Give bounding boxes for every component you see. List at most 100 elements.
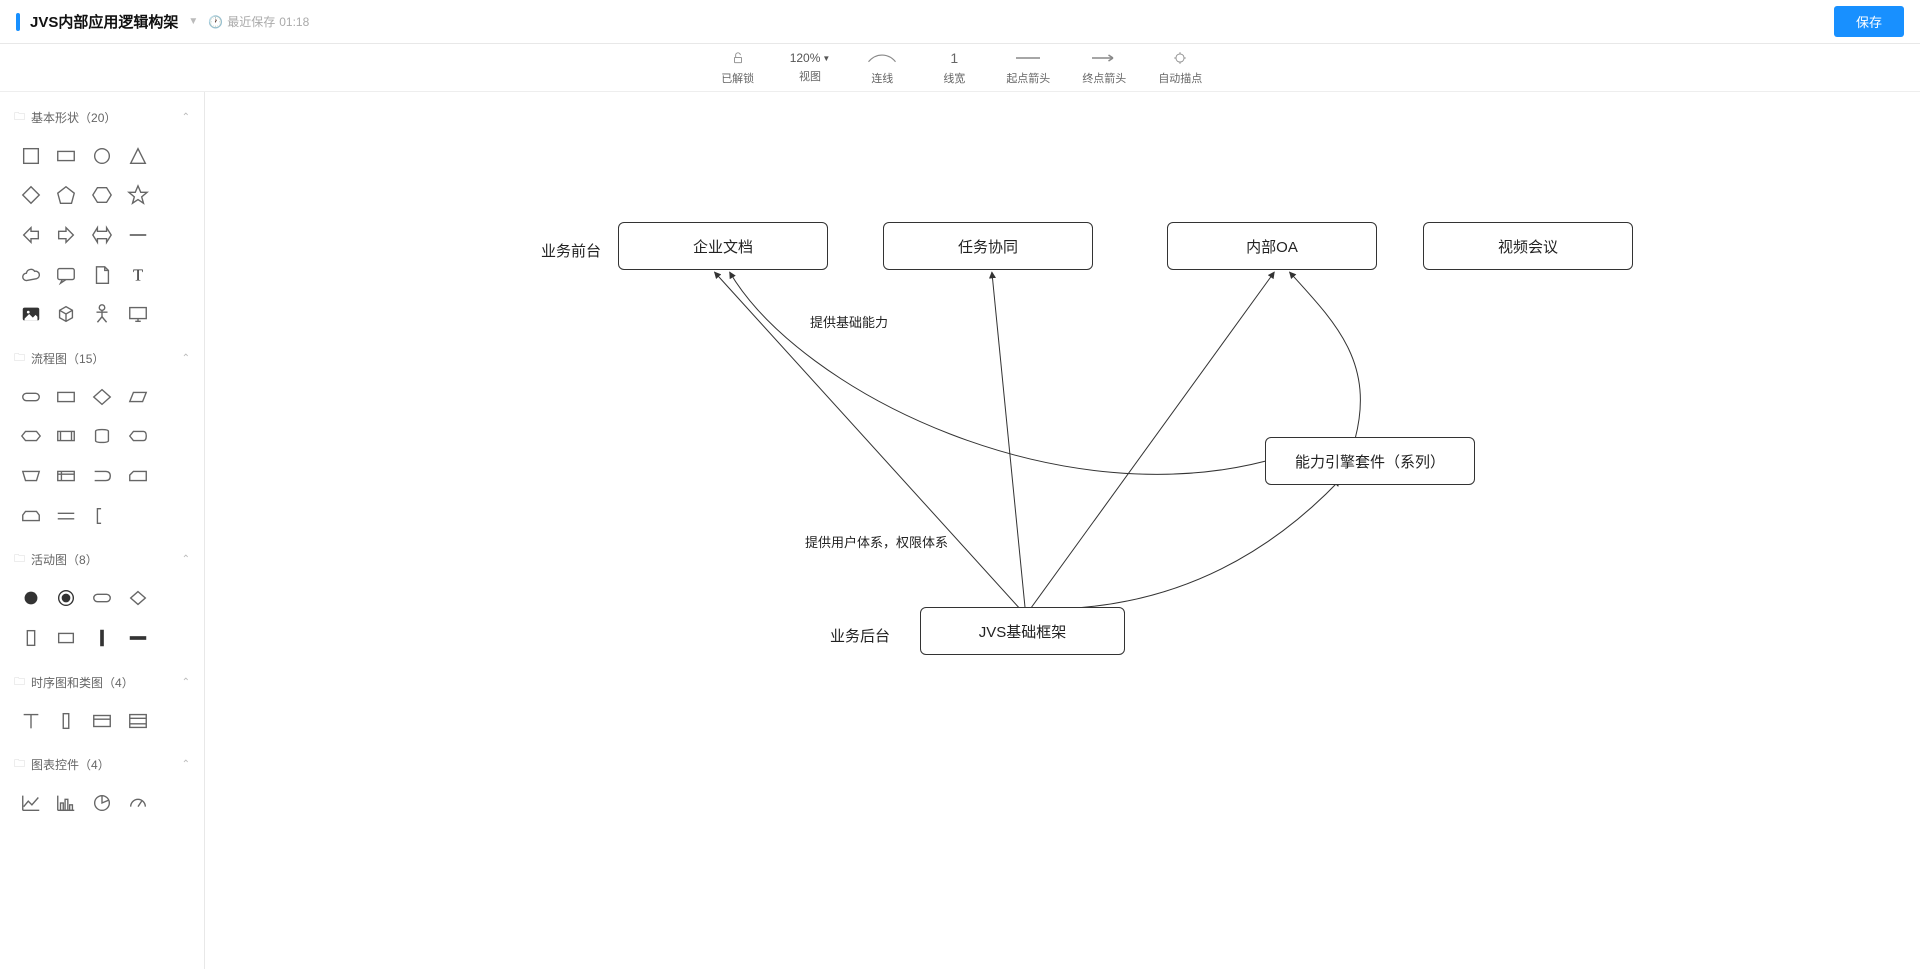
shape-pentagon[interactable] [52,181,82,211]
sidebar-group-basic: 🗀 基本形状（20） ⌃ [0,96,204,337]
shape-terminator[interactable] [16,382,46,412]
shape-hexagon[interactable] [87,181,117,211]
node-doc[interactable]: 企业文档 [618,222,828,270]
shape-database[interactable] [87,422,117,452]
save-time-value: 01:18 [279,15,309,29]
edge-label-user[interactable]: 提供用户体系，权限体系 [805,532,948,551]
shape-callout[interactable] [52,260,82,290]
shape-text[interactable]: T [123,260,153,290]
node-video[interactable]: 视频会议 [1423,222,1633,270]
group-header-chart[interactable]: 🗀 图表控件（4） ⌃ [14,751,190,778]
shape-partition[interactable] [16,623,46,653]
shape-line[interactable] [123,220,153,250]
shape-fork-v[interactable] [87,623,117,653]
folder-icon: 🗀 [14,550,25,569]
shape-parallelogram[interactable] [123,382,153,412]
shape-class3[interactable] [123,706,153,736]
label-back[interactable]: 业务后台 [830,625,890,646]
node-doc-text: 企业文档 [693,236,753,257]
group-header-basic[interactable]: 🗀 基本形状（20） ⌃ [14,104,190,131]
shape-star[interactable] [123,181,153,211]
tool-end-arrow[interactable]: 终点箭头 [1082,49,1126,86]
shape-internal[interactable] [52,461,82,491]
shape-bar-chart[interactable] [52,788,82,818]
shape-line-chart[interactable] [16,788,46,818]
tool-startarrow-label: 起点箭头 [1006,70,1050,86]
shape-initial-node[interactable] [16,583,46,613]
group-header-flow[interactable]: 🗀 流程图（15） ⌃ [14,345,190,372]
shape-action[interactable] [87,583,117,613]
shape-delay[interactable] [87,461,117,491]
edge-label-ability[interactable]: 提供基础能力 [810,312,888,331]
node-task[interactable]: 任务协同 [883,222,1093,270]
tool-line-label: 连线 [871,70,893,86]
shape-cloud[interactable] [16,260,46,290]
shape-lifeline[interactable] [16,706,46,736]
sidebar-group-activity: 🗀 活动图（8） ⌃ [0,538,204,660]
clock-icon: 🕐 [208,15,223,29]
shape-fork-h[interactable] [123,623,153,653]
shape-arrow-left[interactable] [16,220,46,250]
chevron-down-icon[interactable]: ▼ [188,16,198,27]
doc-title[interactable]: JVS内部应用逻辑构架 [30,11,178,32]
chevron-up-icon: ⌃ [182,112,190,123]
shape-arrow-double[interactable] [87,220,117,250]
shape-decision-act[interactable] [123,583,153,613]
shape-display[interactable] [123,422,153,452]
tool-endarrow-label: 终点箭头 [1082,70,1126,86]
canvas-viewport[interactable]: 业务前台 业务后台 提供基础能力 提供用户体系，权限体系 企业文档 任务协同 内… [205,92,1920,969]
shape-object-node[interactable] [52,623,82,653]
folder-icon: 🗀 [14,673,25,692]
header-left: JVS内部应用逻辑构架 ▼ 🕐 最近保存 01:18 [16,11,309,32]
tool-zoom[interactable]: 120% ▼ 视图 [790,51,831,84]
shape-manual-op[interactable] [16,461,46,491]
shape-final-node[interactable] [52,583,82,613]
title-bar: JVS内部应用逻辑构架 ▼ [16,11,198,32]
shape-card[interactable] [123,461,153,491]
shape-page[interactable] [87,260,117,290]
app-header: JVS内部应用逻辑构架 ▼ 🕐 最近保存 01:18 保存 [0,0,1920,44]
shape-class[interactable] [87,706,117,736]
tool-auto-anchor[interactable]: 自动描点 [1158,49,1202,86]
zoom-value: 120% ▼ [790,51,831,65]
shape-image[interactable] [16,299,46,329]
svg-text:T: T [133,265,143,284]
tool-lock[interactable]: 已解锁 [718,49,758,86]
tool-line-width[interactable]: 1 线宽 [934,49,974,86]
label-front[interactable]: 业务前台 [541,240,601,261]
shape-prep[interactable] [16,422,46,452]
tool-zoom-label: 视图 [799,68,821,84]
shape-actor[interactable] [87,299,117,329]
node-engine[interactable]: 能力引擎套件（系列） [1265,437,1475,485]
shape-diamond[interactable] [16,181,46,211]
shape-gauge-chart[interactable] [123,788,153,818]
shape-predefined[interactable] [52,422,82,452]
shape-decision[interactable] [87,382,117,412]
sidebar-group-flow: 🗀 流程图（15） ⌃ [0,337,204,538]
node-base[interactable]: JVS基础框架 [920,607,1125,655]
shape-sidebar[interactable]: 🗀 基本形状（20） ⌃ [0,92,205,969]
group-header-seq[interactable]: 🗀 时序图和类图（4） ⌃ [14,669,190,696]
node-oa[interactable]: 内部OA [1167,222,1377,270]
save-button[interactable]: 保存 [1834,6,1904,37]
shape-monitor[interactable] [123,299,153,329]
shape-rect[interactable] [52,141,82,171]
group-count-2: 8 [79,553,86,567]
shape-activation[interactable] [52,706,82,736]
shape-square[interactable] [16,141,46,171]
tool-start-arrow[interactable]: 起点箭头 [1006,49,1050,86]
shape-triangle[interactable] [123,141,153,171]
shape-arrow-right[interactable] [52,220,82,250]
group-header-activity[interactable]: 🗀 活动图（8） ⌃ [14,546,190,573]
shape-cube[interactable] [52,299,82,329]
shape-circle[interactable] [87,141,117,171]
canvas[interactable]: 业务前台 业务后台 提供基础能力 提供用户体系，权限体系 企业文档 任务协同 内… [205,92,1920,969]
shape-bracket[interactable] [87,501,117,531]
tool-line[interactable]: 连线 [862,49,902,86]
shape-pie-chart[interactable] [87,788,117,818]
target-icon [1165,49,1195,67]
shape-loop-limit[interactable] [16,501,46,531]
tool-width-label: 线宽 [943,70,965,86]
shape-parallel-lines[interactable] [52,501,82,531]
shape-process[interactable] [52,382,82,412]
